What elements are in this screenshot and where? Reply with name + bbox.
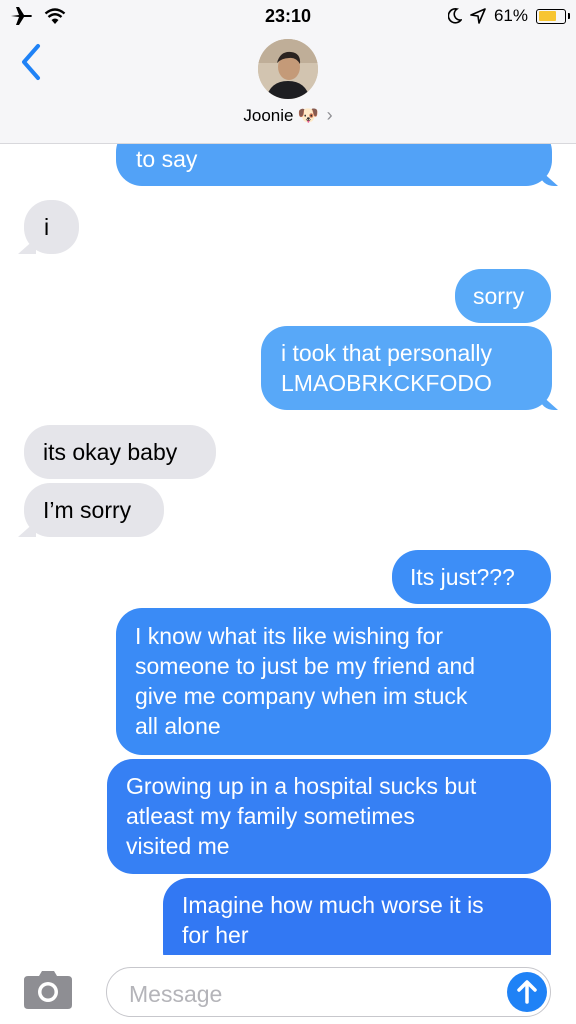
message-input[interactable] (127, 978, 501, 1010)
arrow-up-icon (517, 980, 537, 1004)
contact-avatar[interactable] (258, 39, 318, 99)
location-arrow-icon (470, 8, 486, 24)
message-bubble-incoming[interactable]: its okay baby (24, 425, 216, 479)
contact-name: Joonie (243, 105, 294, 125)
message-bubble-outgoing[interactable]: i took that personally LMAOBRKCKFODO (261, 326, 552, 410)
navigation-header: 23:10 61% Joonie 🐶 › (0, 0, 576, 144)
back-button[interactable] (16, 42, 46, 82)
camera-button[interactable] (22, 970, 74, 1010)
battery-icon (536, 8, 570, 24)
chevron-left-icon (22, 44, 40, 80)
message-field[interactable] (106, 967, 551, 1017)
moon-icon (447, 8, 462, 24)
contact-name-button[interactable]: Joonie 🐶 › (0, 105, 576, 126)
message-bubble-incoming[interactable]: I’m sorry (24, 483, 164, 537)
status-bar: 23:10 61% (0, 0, 576, 34)
battery-percent: 61% (493, 6, 528, 25)
compose-bar (0, 955, 576, 1024)
avatar-photo (258, 39, 318, 99)
chevron-right-icon: › (326, 105, 333, 125)
camera-icon (24, 971, 72, 1009)
message-bubble-outgoing[interactable]: Its just??? (392, 550, 551, 604)
message-bubble-outgoing[interactable]: I know what its like wishing for someone… (116, 608, 551, 755)
message-bubble-incoming[interactable]: i (24, 200, 79, 254)
message-bubble-outgoing[interactable]: Growing up in a hospital sucks but atlea… (107, 759, 551, 874)
message-bubble-outgoing[interactable]: sorry (455, 269, 551, 323)
send-button[interactable] (507, 972, 547, 1012)
dog-emoji: 🐶 (297, 105, 319, 125)
